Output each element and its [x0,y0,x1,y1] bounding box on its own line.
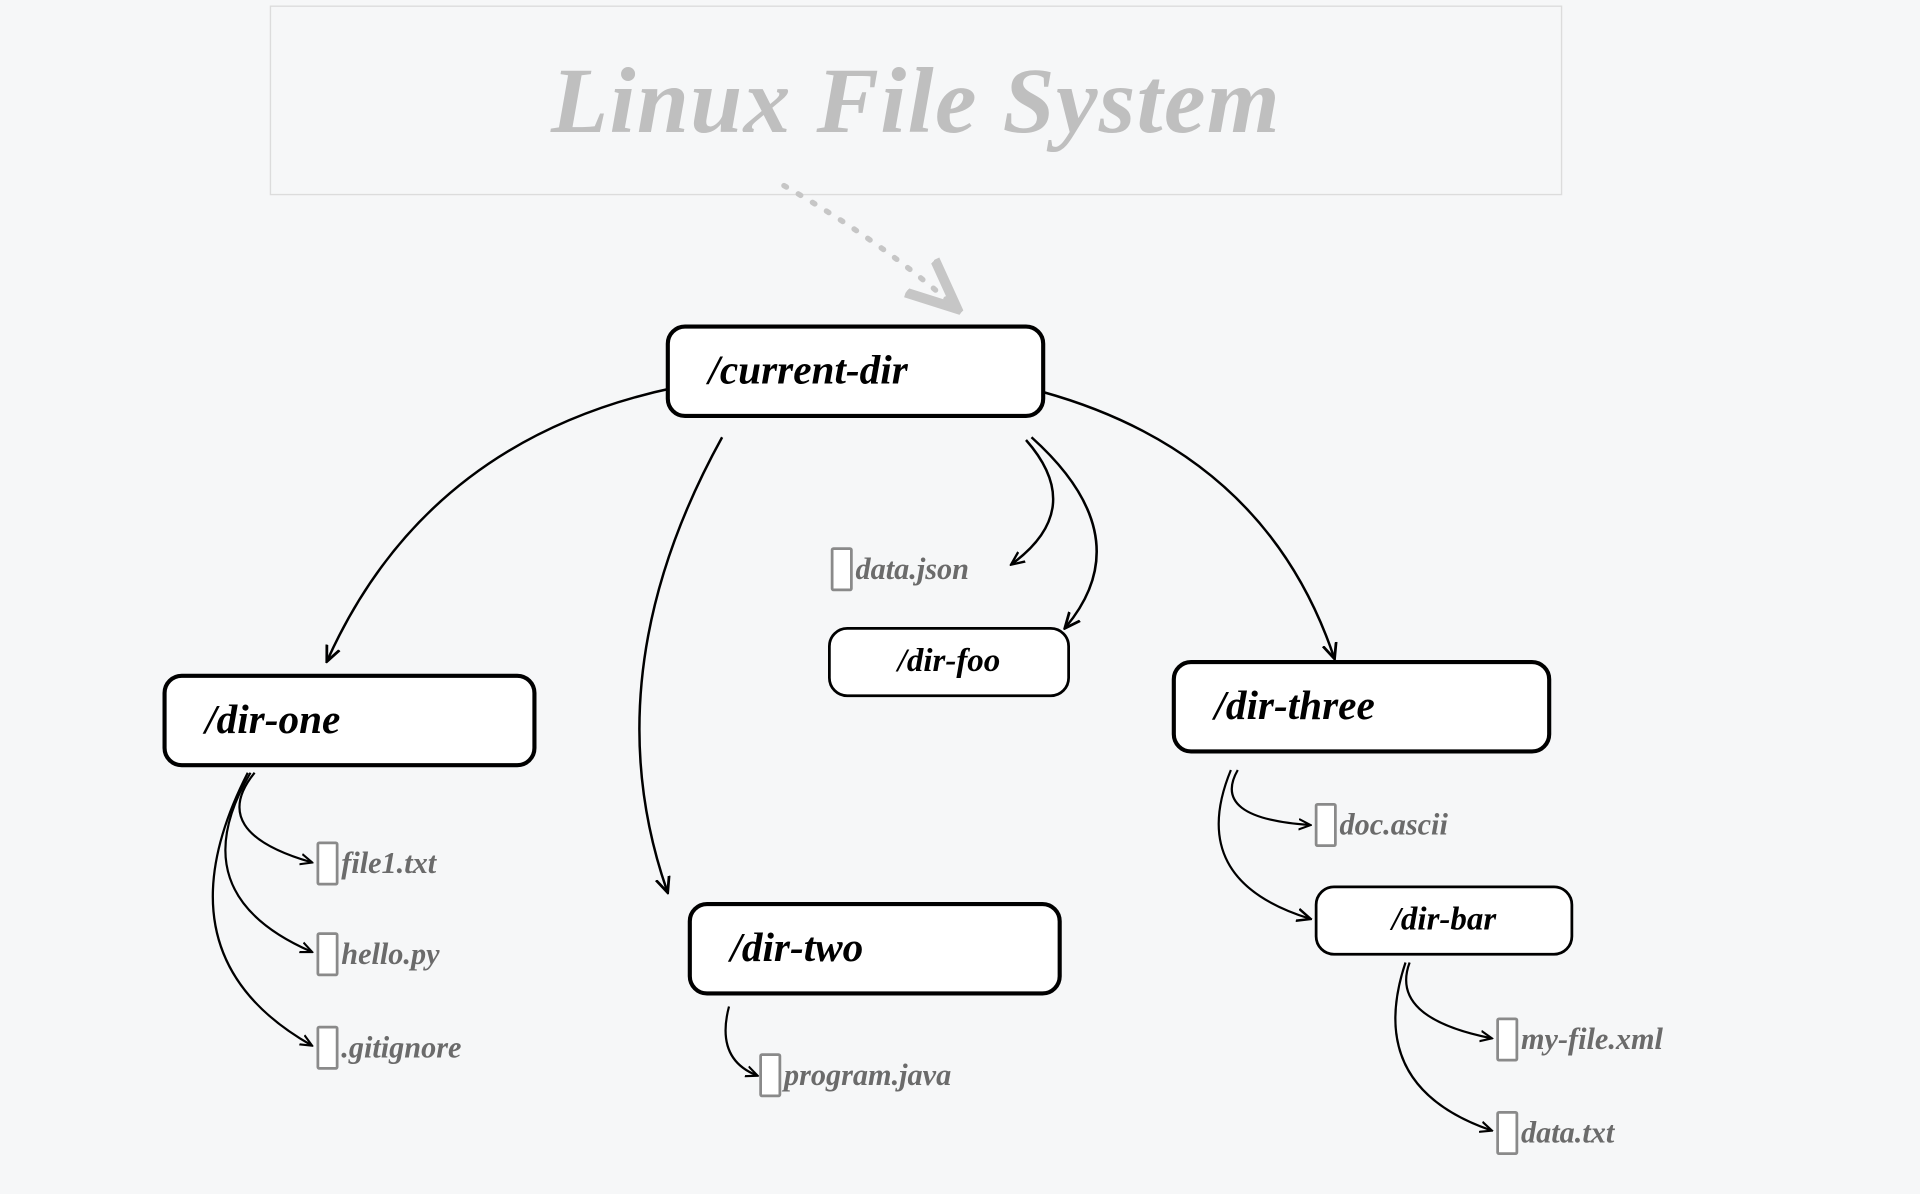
file-my-file-xml: my-file.xml [1496,1018,1663,1062]
node-label: /current-dir [708,348,907,395]
file-icon [1496,1018,1518,1062]
node-dir-three: /dir-three [1172,660,1552,754]
node-label: /dir-one [205,697,340,744]
file-data-txt: data.txt [1496,1111,1614,1155]
node-label: /dir-two [730,925,863,972]
file-label: data.txt [1521,1115,1614,1151]
file-label: my-file.xml [1521,1022,1663,1058]
node-label: /dir-bar [1392,902,1497,939]
file-icon [317,842,339,886]
file-label: hello.py [341,936,439,972]
node-dir-two: /dir-two [688,902,1062,996]
file-label: data.json [856,551,969,587]
diagram-title: Linux File System [551,46,1281,155]
file-icon [317,1026,339,1070]
file-icon [1496,1111,1518,1155]
node-label: /dir-three [1214,683,1374,730]
file-file1-txt: file1.txt [317,842,437,886]
file-data-json: data.json [831,547,969,591]
file-icon [1315,803,1337,847]
file-hello-py: hello.py [317,932,440,976]
node-current-dir: /current-dir [666,325,1046,419]
file-icon [759,1053,781,1097]
file-icon [831,547,853,591]
title-box: Linux File System [270,6,1563,196]
node-dir-bar: /dir-bar [1315,886,1574,956]
file-gitignore: .gitignore [317,1026,462,1070]
diagram-stage: Linux File System [0,0,1920,1194]
file-label: .gitignore [341,1030,461,1066]
file-label: program.java [784,1057,951,1093]
node-dir-foo: /dir-foo [828,627,1070,697]
node-dir-one: /dir-one [163,674,537,768]
file-program-java: program.java [759,1053,951,1097]
node-label: /dir-foo [898,644,1001,681]
file-icon [317,932,339,976]
file-label: file1.txt [341,846,436,882]
file-doc-ascii: doc.ascii [1315,803,1448,847]
file-label: doc.ascii [1340,807,1448,843]
